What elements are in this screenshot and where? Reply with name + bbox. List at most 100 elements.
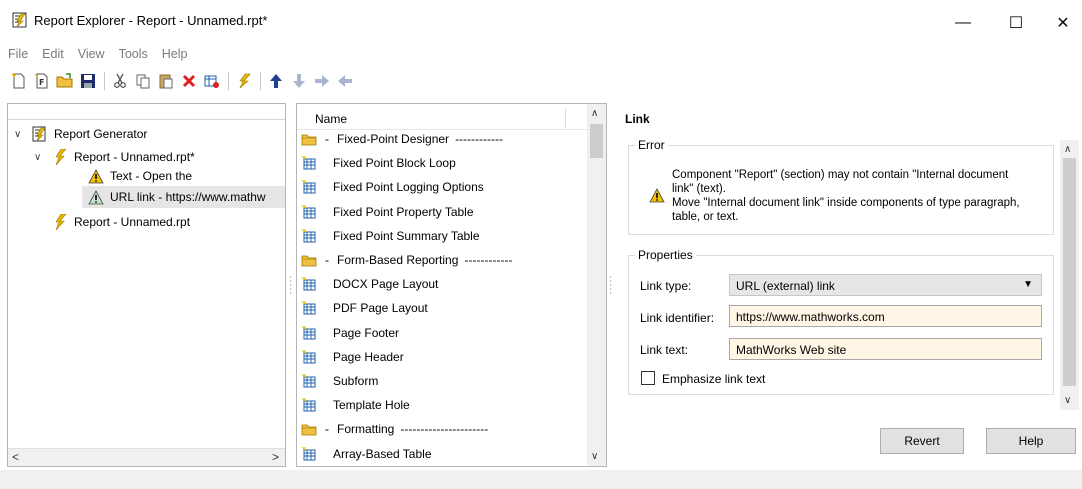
- toolbar: F: [0, 68, 1082, 94]
- report-generator-icon: [32, 126, 48, 142]
- list-item-label: Page Footer: [333, 325, 400, 340]
- scroll-left-icon[interactable]: <: [12, 450, 19, 464]
- toolbar-separator: [228, 72, 229, 90]
- disable-component-icon: [204, 75, 219, 88]
- save-button[interactable]: [77, 70, 99, 92]
- tree-item-label: Report Generator: [54, 127, 148, 141]
- menu-edit[interactable]: Edit: [42, 44, 76, 68]
- help-button[interactable]: Help: [986, 428, 1076, 454]
- tree-item-report-generator[interactable]: ∨ Report Generator: [14, 123, 147, 145]
- link-type-select[interactable]: URL (external) link ▼: [729, 274, 1042, 296]
- scroll-up-icon[interactable]: ∧: [1064, 144, 1071, 155]
- paste-button[interactable]: [155, 70, 177, 92]
- chevron-down-icon[interactable]: ∨: [14, 129, 26, 140]
- list-item[interactable]: Array-Based Table: [297, 442, 432, 466]
- scroll-down-icon[interactable]: ∨: [1064, 395, 1071, 406]
- list-item[interactable]: PDF Page Layout: [297, 296, 428, 320]
- link-identifier-label: Link identifier:: [640, 311, 715, 325]
- run-report-button[interactable]: [233, 70, 255, 92]
- outline-tree[interactable]: ∨ Report Generator ∨ Report - Unnamed.rp…: [7, 103, 286, 467]
- list-item-label: Array-Based Table: [333, 446, 432, 461]
- indent-button[interactable]: [311, 70, 333, 92]
- tree-item-text[interactable]: Text - Open the: [88, 165, 192, 187]
- properties-vertical-scrollbar[interactable]: ∧ ∨: [1060, 140, 1079, 410]
- report-explorer-app-icon: [12, 12, 28, 28]
- scroll-right-icon[interactable]: >: [272, 450, 279, 464]
- list-category[interactable]: - Fixed-Point Designer ------------: [297, 127, 503, 151]
- list-header-name[interactable]: Name: [315, 112, 347, 126]
- move-up-button[interactable]: [265, 70, 287, 92]
- component-list[interactable]: Name - Fixed-Point Designer ------------ Fi…: [296, 103, 607, 467]
- link-type-label: Link type:: [640, 279, 692, 293]
- tree-horizontal-scrollbar[interactable]: < >: [8, 448, 285, 466]
- cut-icon: [114, 73, 126, 88]
- error-message: Component "Report" (section) may not con…: [672, 169, 1020, 223]
- tree-item-label: Report - Unnamed.rpt*: [74, 150, 195, 164]
- menu-tools[interactable]: Tools: [119, 44, 160, 68]
- list-item[interactable]: Page Footer: [297, 321, 399, 345]
- move-up-icon: [270, 74, 282, 88]
- tree-item-label: Text - Open the: [110, 169, 193, 183]
- move-down-icon: [293, 74, 305, 88]
- list-item-label: Fixed Point Summary Table: [333, 228, 480, 243]
- list-item[interactable]: DOCX Page Layout: [297, 272, 438, 296]
- list-item[interactable]: Fixed Point Logging Options: [297, 175, 484, 199]
- scroll-up-icon[interactable]: ∧: [591, 108, 598, 119]
- list-item[interactable]: Subform: [297, 369, 378, 393]
- list-item-label: Page Header: [333, 349, 404, 364]
- outdent-button[interactable]: [334, 70, 356, 92]
- open-icon: [56, 73, 73, 88]
- link-identifier-field[interactable]: https://www.mathworks.com: [729, 305, 1042, 327]
- scroll-down-icon[interactable]: ∨: [591, 451, 598, 462]
- disable-component-button[interactable]: [201, 70, 223, 92]
- copy-button[interactable]: [132, 70, 154, 92]
- toolbar-separator: [104, 72, 105, 90]
- open-button[interactable]: [54, 70, 76, 92]
- folder-icon: [301, 421, 317, 437]
- maximize-button[interactable]: ☐: [993, 8, 1039, 38]
- link-text-value: MathWorks Web site: [736, 343, 847, 357]
- link-type-value: URL (external) link: [736, 279, 835, 293]
- toolbar-separator: [260, 72, 261, 90]
- outdent-icon: [338, 75, 352, 87]
- list-item[interactable]: Page Header: [297, 345, 404, 369]
- list-category[interactable]: - Form-Based Reporting ------------: [297, 248, 512, 272]
- menu-bar: File Edit View Tools Help: [0, 44, 1082, 68]
- emphasize-link-checkbox[interactable]: [641, 371, 655, 385]
- category-dashes: ------------: [464, 253, 513, 267]
- new-form-button[interactable]: F: [31, 70, 53, 92]
- minimize-icon: —: [955, 14, 971, 31]
- link-identifier-value: https://www.mathworks.com: [736, 310, 885, 324]
- list-vertical-scrollbar[interactable]: ∧ ∨: [587, 104, 606, 466]
- menu-view[interactable]: View: [78, 44, 117, 68]
- tree-item-url-link[interactable]: URL link - https://www.mathw: [82, 186, 285, 208]
- link-text-field[interactable]: MathWorks Web site: [729, 338, 1042, 360]
- list-item[interactable]: Fixed Point Property Table: [297, 200, 474, 224]
- list-item-label: Subform: [333, 374, 379, 388]
- table-component-icon: [301, 397, 317, 413]
- list-item[interactable]: Fixed Point Block Loop: [297, 151, 456, 175]
- menu-file[interactable]: File: [8, 44, 40, 68]
- splitter-handle-right[interactable]: [609, 275, 612, 302]
- new-report-button[interactable]: [8, 70, 30, 92]
- close-button[interactable]: ✕: [1040, 8, 1082, 38]
- splitter-handle-left[interactable]: [289, 275, 292, 302]
- scroll-thumb[interactable]: [1063, 158, 1076, 386]
- list-item[interactable]: Template Hole: [297, 393, 410, 417]
- category-dashes: ----------------------: [400, 422, 489, 437]
- list-item-label: PDF Page Layout: [333, 301, 428, 316]
- list-item[interactable]: Fixed Point Summary Table: [297, 224, 480, 248]
- scroll-thumb[interactable]: [590, 124, 603, 158]
- paste-icon: [159, 74, 173, 89]
- minimize-button[interactable]: —: [940, 8, 986, 38]
- list-category-label: Formatting: [337, 422, 395, 437]
- revert-button[interactable]: Revert: [880, 428, 964, 454]
- tree-item-report-unnamed[interactable]: Report - Unnamed.rpt: [52, 211, 190, 233]
- chevron-down-icon[interactable]: ∨: [34, 152, 46, 163]
- list-category[interactable]: - Formatting ----------------------: [297, 417, 488, 441]
- emphasize-link-label[interactable]: Emphasize link text: [662, 372, 765, 386]
- menu-help[interactable]: Help: [162, 44, 200, 68]
- move-down-button[interactable]: [288, 70, 310, 92]
- delete-button[interactable]: [178, 70, 200, 92]
- cut-button[interactable]: [109, 70, 131, 92]
